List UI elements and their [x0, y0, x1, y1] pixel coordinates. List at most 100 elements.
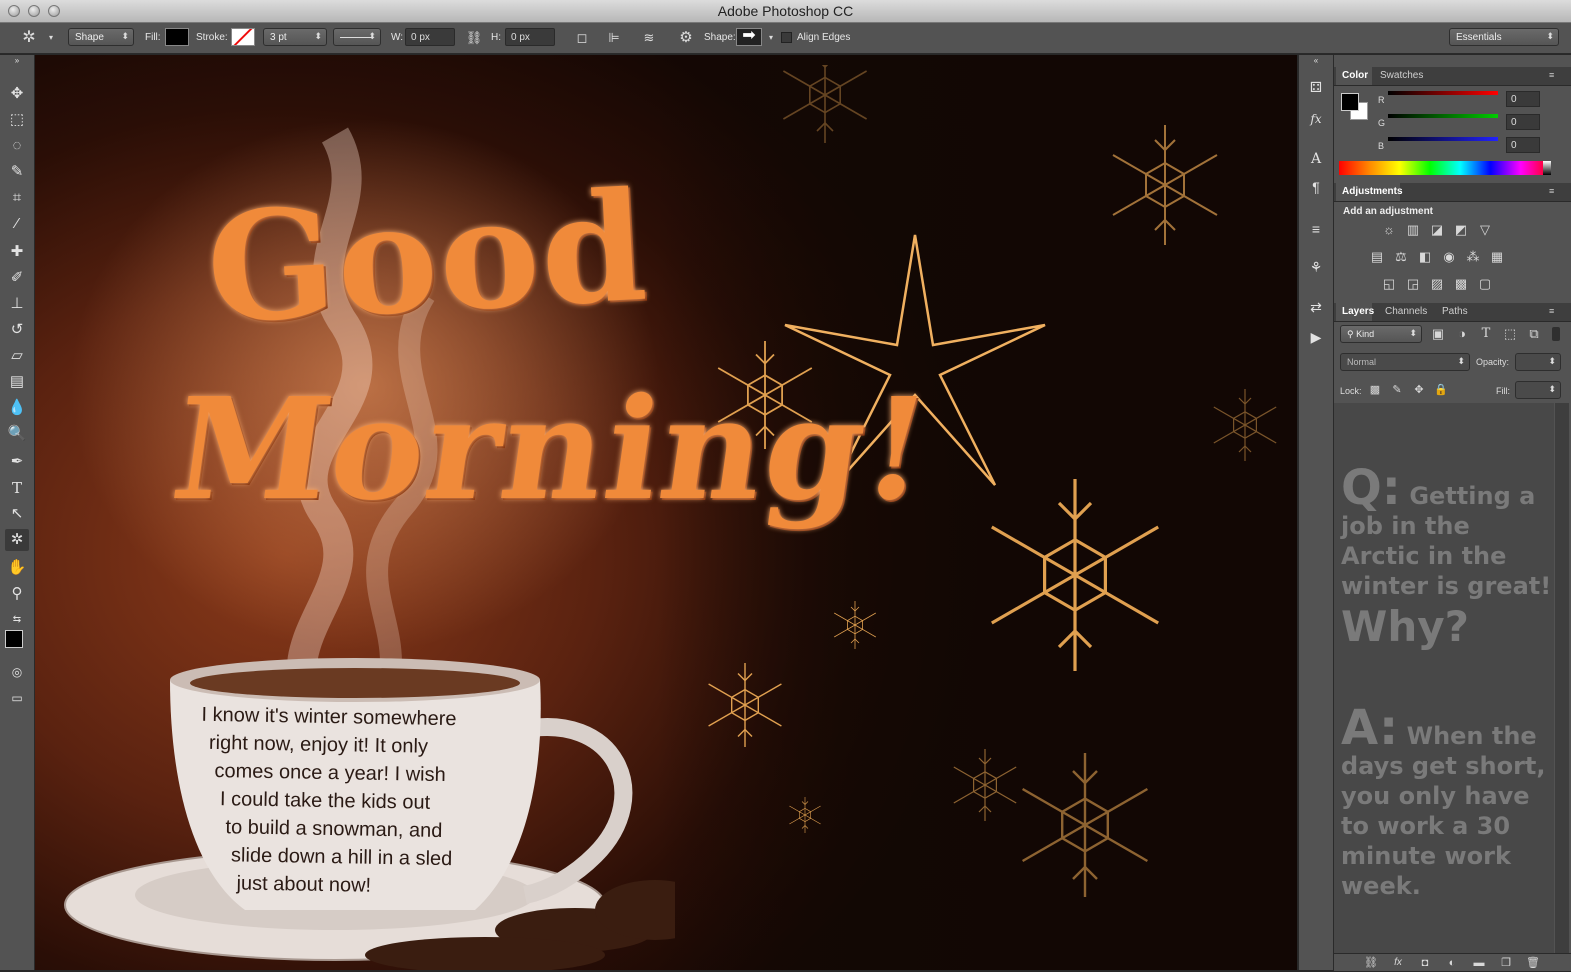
adjustments-menu-icon[interactable]: ≡ [1549, 186, 1554, 196]
color-panel-menu-icon[interactable]: ≡ [1549, 70, 1554, 80]
blur-tool-icon[interactable]: 💧 [5, 397, 29, 419]
stroke-type-select[interactable] [333, 28, 381, 46]
filter-toggle[interactable] [1552, 327, 1560, 341]
delete-layer-icon[interactable]: 🗑 [1524, 954, 1542, 972]
exposure-icon[interactable]: ◩ [1452, 221, 1470, 239]
brightness-contrast-icon[interactable]: ☼ [1380, 221, 1398, 239]
collapse-toolbar-icon[interactable]: » [5, 55, 29, 67]
character-panel-icon[interactable]: A [1306, 149, 1326, 169]
lasso-tool-icon[interactable]: ◌ [5, 135, 29, 157]
channel-mixer-icon[interactable]: ⁂ [1464, 248, 1482, 266]
channel-g-value[interactable]: 0 [1506, 114, 1540, 130]
color-foreground-swatch[interactable] [1341, 93, 1359, 111]
document-canvas[interactable]: Good Morning! I know it's winter somewhe… [35, 55, 1297, 970]
lock-transparent-icon[interactable]: ▩ [1366, 381, 1384, 399]
height-field[interactable]: 0 px [505, 28, 555, 46]
posterize-icon[interactable]: ◲ [1404, 275, 1422, 293]
black-white-ramp[interactable] [1543, 161, 1551, 175]
tab-adjustments[interactable]: Adjustments [1342, 186, 1403, 197]
layers-menu-icon[interactable]: ≡ [1549, 306, 1554, 316]
pen-tool-icon[interactable]: ✒ [5, 451, 29, 473]
zoom-tool-icon[interactable]: ⚲ [5, 583, 29, 605]
filter-type-icon[interactable]: T [1477, 325, 1495, 343]
brush-presets-icon[interactable]: ⚘ [1306, 257, 1326, 277]
dodge-tool-icon[interactable]: 🔍 [5, 423, 29, 445]
link-icon[interactable]: ⛓ [465, 29, 483, 47]
workspace-select[interactable]: Essentials [1449, 28, 1559, 46]
blend-mode-select[interactable]: Normal [1340, 353, 1470, 371]
eyedropper-tool-icon[interactable]: ⁄ [5, 213, 29, 235]
lock-position-icon[interactable]: ✥ [1410, 381, 1428, 399]
hue-saturation-icon[interactable]: ▤ [1368, 248, 1386, 266]
eraser-tool-icon[interactable]: ▱ [5, 345, 29, 367]
invert-icon[interactable]: ◱ [1380, 275, 1398, 293]
layer-styles-icon[interactable]: fx [1306, 109, 1326, 129]
new-layer-icon[interactable]: ❐ [1497, 954, 1515, 972]
clone-stamp-tool-icon[interactable]: ⊥ [5, 293, 29, 315]
layers-scrollbar[interactable] [1555, 403, 1569, 953]
gradient-tool-icon[interactable]: ▤ [5, 371, 29, 393]
selective-color-icon[interactable]: ▢ [1476, 275, 1494, 293]
hand-tool-icon[interactable]: ✋ [5, 557, 29, 579]
path-selection-tool-icon[interactable]: ↖ [5, 503, 29, 525]
curves-icon[interactable]: ◪ [1428, 221, 1446, 239]
marquee-tool-icon[interactable]: ⬚ [5, 109, 29, 131]
quick-selection-tool-icon[interactable]: ✎ [5, 161, 29, 183]
path-alignment-icon[interactable]: ⊫ [605, 29, 623, 47]
path-arrangement-icon[interactable]: ≋ [640, 29, 658, 47]
layer-filter-kind-select[interactable]: ⚲ Kind [1340, 325, 1422, 343]
new-adjustment-layer-icon[interactable]: ◐ [1443, 954, 1461, 972]
channel-r-value[interactable]: 0 [1506, 91, 1540, 107]
channel-g-slider[interactable] [1388, 114, 1498, 118]
filter-smart-object-icon[interactable]: ⧉ [1525, 325, 1543, 343]
tab-channels[interactable]: Channels [1385, 306, 1427, 317]
align-edges-checkbox[interactable] [781, 32, 792, 43]
type-tool-icon[interactable]: T [5, 477, 29, 499]
layers-list[interactable]: Q: Getting a job in the Arctic in the wi… [1334, 403, 1554, 953]
collapse-dock-icon[interactable]: « [1306, 55, 1326, 67]
gear-icon[interactable]: ⚙ [677, 29, 695, 47]
tab-color[interactable]: Color [1342, 70, 1368, 81]
tool-preset-dropdown-icon[interactable]: ▾ [42, 29, 60, 47]
lock-pixels-icon[interactable]: ✎ [1388, 381, 1406, 399]
channel-b-value[interactable]: 0 [1506, 137, 1540, 153]
shape-picker-dropdown-icon[interactable]: ▾ [762, 29, 780, 47]
filter-adjustment-icon[interactable]: ◑ [1453, 325, 1471, 343]
photo-filter-icon[interactable]: ◉ [1440, 248, 1458, 266]
layer-fill-field[interactable] [1515, 381, 1561, 399]
actions-play-icon[interactable]: ▶ [1306, 327, 1326, 347]
history-brush-tool-icon[interactable]: ↺ [5, 319, 29, 341]
history-panel-icon[interactable]: ⚃ [1306, 77, 1326, 97]
clone-source-icon[interactable]: ⇄ [1306, 297, 1326, 317]
stroke-swatch[interactable] [231, 28, 255, 46]
black-white-icon[interactable]: ◧ [1416, 248, 1434, 266]
quick-mask-icon[interactable]: ◎ [5, 661, 29, 683]
threshold-icon[interactable]: ▨ [1428, 275, 1446, 293]
channel-b-slider[interactable] [1388, 137, 1498, 141]
color-spectrum-ramp[interactable] [1339, 161, 1551, 175]
gradient-map-icon[interactable]: ▩ [1452, 275, 1470, 293]
tab-swatches[interactable]: Swatches [1380, 70, 1423, 81]
paragraph-panel-icon[interactable]: ¶ [1306, 177, 1326, 197]
channel-r-slider[interactable] [1388, 91, 1498, 95]
swap-colors-icon[interactable]: ⇆ [5, 609, 29, 631]
stroke-width-field[interactable]: 3 pt [263, 28, 327, 46]
lock-all-icon[interactable]: 🔒 [1432, 381, 1450, 399]
screen-mode-icon[interactable]: ▭ [5, 687, 29, 709]
new-group-icon[interactable]: ▬ [1470, 954, 1488, 972]
tab-layers[interactable]: Layers [1342, 306, 1374, 317]
crop-tool-icon[interactable]: ⌗ [5, 187, 29, 209]
custom-shape-tool-preset-icon[interactable]: ✲ [20, 29, 38, 47]
foreground-color-swatch[interactable] [5, 630, 23, 648]
width-field[interactable]: 0 px [405, 28, 455, 46]
healing-brush-tool-icon[interactable]: ✚ [5, 241, 29, 263]
brush-tool-icon[interactable]: ✐ [5, 267, 29, 289]
custom-shape-tool-icon[interactable]: ✲ [5, 529, 29, 551]
move-tool-icon[interactable]: ✥ [5, 83, 29, 105]
filter-shape-icon[interactable]: ⬚ [1501, 325, 1519, 343]
tool-mode-select[interactable]: Shape [68, 28, 134, 46]
filter-pixel-icon[interactable]: ▣ [1429, 325, 1447, 343]
color-balance-icon[interactable]: ⚖ [1392, 248, 1410, 266]
shape-picker[interactable]: ➡ [736, 28, 762, 46]
fill-swatch[interactable] [165, 28, 189, 46]
